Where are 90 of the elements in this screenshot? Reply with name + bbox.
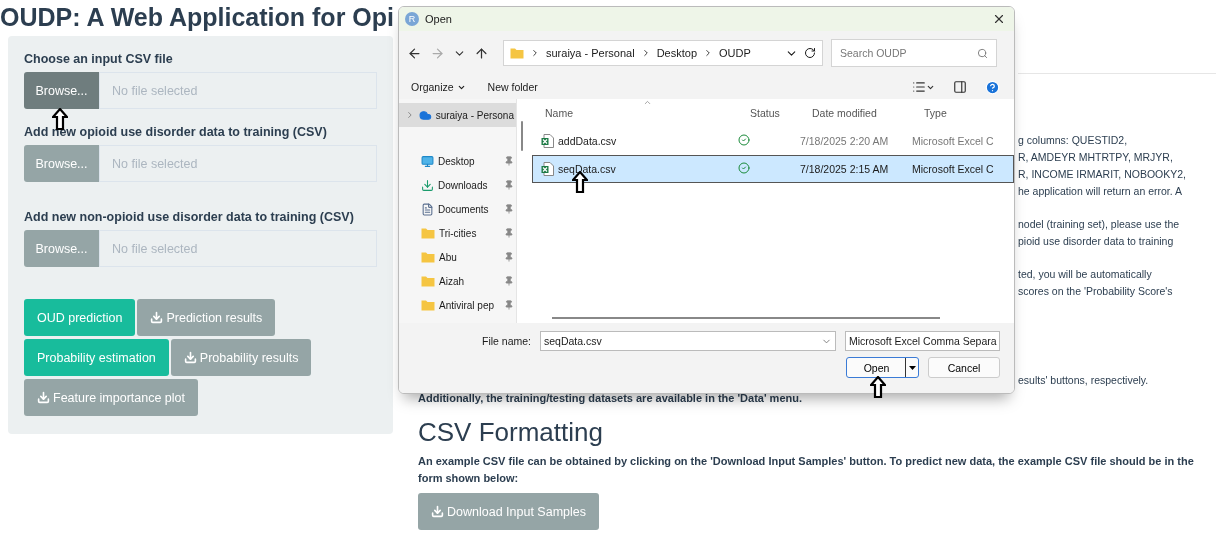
avatar: R [405,12,419,26]
nav-item[interactable]: Abu [399,245,516,269]
download-icon [183,351,197,364]
scrollbar-thumb[interactable] [520,121,523,151]
paragraph: An example CSV file can be obtained by clicking on the 'Download Input Samples' button. To predict new data, the example CSV file should be in the form shown below: [418,454,1195,486]
text-line: R, AMDEYR MHTRTPY, MRJYR, [1018,150,1174,165]
nav-item[interactable]: Antiviral pep [399,293,516,317]
chevron-icon [530,48,540,58]
text-line: ted, you will be automatically [1018,267,1153,282]
breadcrumb[interactable]: OUDP [719,47,751,59]
expand-chevron-icon [405,110,415,120]
pin-icon [504,276,514,286]
toolbar-button[interactable]: New folder [487,81,538,93]
search-icon [977,47,988,59]
sort-icon [643,98,652,107]
download-icon [431,505,444,518]
type-cell-text: Microsoft Excel C [912,163,995,175]
browse-button[interactable]: Browse... [24,72,99,109]
search-field[interactable]: Search OUDP [831,39,997,67]
text-line: nodel (training set), please use the [1018,217,1181,232]
chevron-icon [703,48,713,58]
address-bar[interactable]: suraiya - Personal Desktop OUDP [503,40,823,66]
date-cell-text: 7/18/2025 2:15 AM [800,163,890,175]
column-header[interactable]: Date modified [800,107,912,119]
text-line: pioid use disorder data to training [1018,234,1175,249]
folder-icon [421,227,435,239]
scrollbar[interactable] [552,317,940,319]
text-line: scores on the 'Probability Score's [1018,284,1174,299]
nav-item[interactable]: Aizah [399,269,516,293]
folder-icon [421,275,435,287]
close-icon [992,12,1006,26]
synced-icon [738,134,750,146]
pointer-arrow-icon [52,108,68,130]
folder-icon [421,251,435,263]
file-name: seqData.csv [558,163,616,175]
file-type-dropdown[interactable]: Microsoft Excel Comma Separa [845,331,1000,351]
text-line: Additionally, the training/testing datasets are available in the 'Data' menu. [418,391,803,406]
document-icon [421,202,434,216]
nav-item[interactable]: Desktop [399,149,516,173]
text-line: he application will return an error. A [1018,184,1183,199]
text-line: esults' buttons, respectively. [1018,373,1150,388]
preview-pane-button[interactable] [951,78,969,96]
column-header[interactable]: Type [912,107,1013,119]
breadcrumb[interactable]: Desktop [656,47,697,59]
spreadsheet-file-icon [541,162,554,176]
folder-icon [510,47,524,59]
download-icon [421,178,434,192]
panel-icon [953,80,967,94]
column-header[interactable]: Status [738,107,800,119]
field-label: Add new non-opioid use disorder data to training (CSV) [24,210,355,224]
pin-icon [504,228,514,238]
open-button[interactable]: Open [846,357,919,378]
dialog-title: Open [425,13,453,25]
pin-icon [504,252,514,262]
file-name-input[interactable]: seqData.csv [540,331,836,351]
right-arrow-icon [430,45,445,61]
date-cell-text: 7/18/2025 2:20 AM [800,135,890,147]
spreadsheet-file-icon [541,134,554,148]
caret-icon [908,365,916,370]
field-label: File name: [481,335,531,347]
breadcrumb[interactable]: suraiya - Personal [546,47,635,59]
folder-icon [421,299,435,311]
section-heading: CSV Formatting [418,417,604,447]
file-row[interactable]: seqData.csv 7/18/2025 2:15 AM Microsoft Excel C [532,155,1014,183]
pin-icon [504,204,514,214]
help-icon [985,79,1000,95]
text-line: g columns: QUESTID2, [1018,133,1129,148]
nav-item[interactable]: suraiya - Persona [399,103,516,127]
column-header[interactable]: Name [533,107,738,119]
refresh-icon [804,47,816,59]
page-title: OUDP: A Web Application for Opi [0,2,394,33]
download-icon [150,311,164,324]
list-icon [912,80,926,94]
text-line: R, INCOME IRMARIT, NOBOOKY2, [1018,167,1188,182]
nav-item[interactable]: Tri-cities [399,221,516,245]
nav-item[interactable]: Downloads [399,173,516,197]
cloud-icon [418,108,432,122]
synced-icon [738,162,750,174]
pin-icon [504,300,514,310]
toolbar-button[interactable]: Organize [411,81,466,93]
monitor-icon [421,154,434,168]
download-icon [37,391,50,404]
cancel-button[interactable]: Cancel [928,357,1000,378]
pin-icon [504,180,514,190]
file-row[interactable]: addData.csv 7/18/2025 2:20 AM Microsoft Excel C [532,127,1014,155]
type-cell-text: Microsoft Excel C [912,135,995,147]
nav-item[interactable]: Documents [399,197,516,221]
field-label: Choose an input CSV file [24,52,174,66]
file-name: addData.csv [558,135,617,147]
pin-icon [504,156,514,166]
